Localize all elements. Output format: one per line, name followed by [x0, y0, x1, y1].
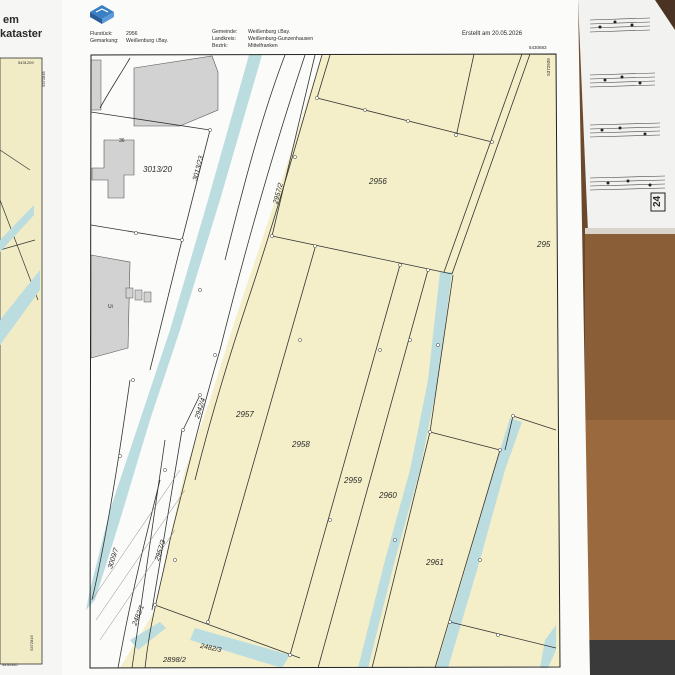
gemeinde-value: Weißenburg i.Bay. [248, 29, 291, 35]
corner-coordinate: 5430683 [529, 45, 547, 50]
parcel-2956: 2956 [369, 177, 387, 186]
bezirk-label: Bezirk: [212, 43, 228, 49]
parcel-2958: 2958 [292, 440, 310, 449]
gemeinde-label: Gemeinde: [212, 29, 238, 35]
corner-coordinate-side: 5372939 [545, 58, 551, 76]
gemarkung-value: Weißenburg i.Bay. [126, 38, 169, 44]
house-number: 36 [119, 138, 125, 144]
gemarkung-label: Gemarkung: [90, 38, 119, 44]
parcel-2959: 2959 [344, 476, 362, 485]
parcel-2898-2: 2898/2 [163, 655, 186, 664]
cadastral-map [62, 0, 590, 675]
flurstueck-label: Flurstück: [90, 31, 113, 37]
landkreis-label: Landkreis: [212, 36, 236, 42]
parcel-295: 295 [537, 240, 551, 249]
parcel-2961: 2961 [426, 558, 444, 567]
shed-label: Ui [108, 304, 113, 310]
parcel-3013-20: 3013/20 [143, 165, 172, 174]
landkreis-value: Weißenburg-Gunzenhausen [248, 36, 314, 42]
bezirk-value: Mittelfranken [248, 43, 278, 49]
flurstueck-value: 2956 [126, 31, 138, 37]
parcel-2960: 2960 [379, 491, 397, 500]
created-date: Erstellt am 20.05.2026 [462, 31, 523, 37]
parcel-2957: 2957 [236, 410, 254, 419]
